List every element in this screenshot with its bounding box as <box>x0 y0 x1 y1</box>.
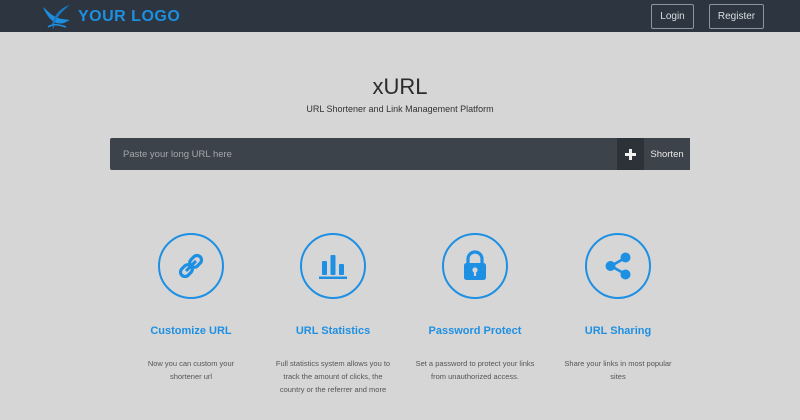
shorten-button[interactable]: Shorten <box>644 138 690 170</box>
feature-title: Customize URL <box>150 325 232 337</box>
plus-icon <box>625 148 636 160</box>
feature-url-statistics: URL Statistics Full statistics system al… <box>258 233 408 396</box>
feature-description: Set a password to protect your links fro… <box>415 359 535 381</box>
feature-icon-circle <box>442 233 508 299</box>
logo-icon <box>43 5 70 29</box>
feature-icon-circle <box>158 233 224 299</box>
bar-chart-icon <box>319 255 347 279</box>
navbar: YOUR LOGO Login Register <box>0 0 800 32</box>
feature-title: Password Protect <box>428 325 522 337</box>
login-button[interactable]: Login <box>651 4 694 29</box>
register-button[interactable]: Register <box>709 4 764 29</box>
feature-description: Full statistics system allows you to tra… <box>275 359 391 394</box>
logo-text: YOUR LOGO <box>78 7 181 25</box>
feature-icon-circle <box>585 233 651 299</box>
feature-customize-url: Customize URL Now you can custom your sh… <box>116 233 266 383</box>
logo[interactable]: YOUR LOGO <box>40 3 180 30</box>
page-title: xURL <box>372 74 428 99</box>
page-subtitle: URL Shortener and Link Management Platfo… <box>306 104 494 114</box>
link-icon <box>178 253 204 279</box>
feature-description: Now you can custom your shortener url <box>147 359 235 381</box>
shorten-form: Shorten <box>110 138 690 170</box>
long-url-input[interactable] <box>110 138 617 170</box>
feature-title: URL Sharing <box>584 325 652 337</box>
share-icon <box>605 252 631 280</box>
plus-button[interactable] <box>617 138 644 170</box>
feature-password-protect: Password Protect Set a password to prote… <box>400 233 550 383</box>
feature-url-sharing: URL Sharing Share your links in most pop… <box>543 233 693 383</box>
feature-description: Share your links in most popular sites <box>564 359 672 381</box>
feature-icon-circle <box>300 233 366 299</box>
lock-icon <box>464 250 486 280</box>
feature-title: URL Statistics <box>295 325 371 337</box>
